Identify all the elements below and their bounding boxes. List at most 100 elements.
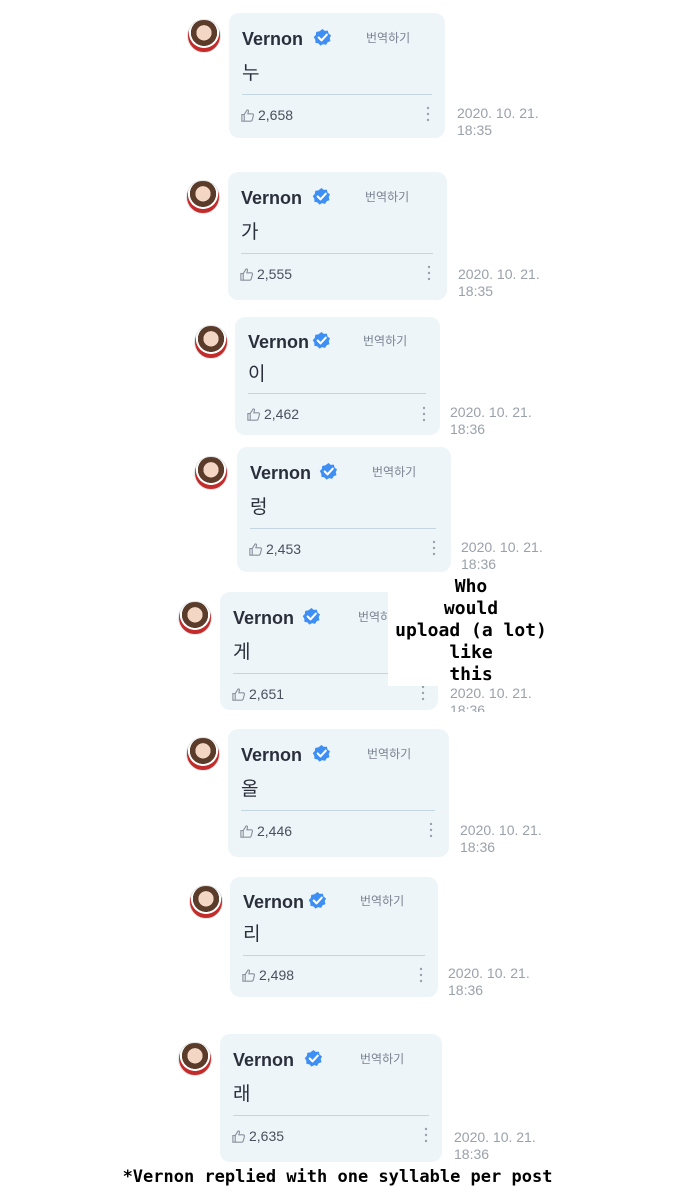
author-name[interactable]: Vernon: [233, 1050, 294, 1071]
post-text: 래: [233, 1084, 251, 1105]
author-name[interactable]: Vernon: [242, 29, 303, 50]
timestamp-date: 2020. 10. 21.: [457, 105, 539, 121]
more-vertical-icon[interactable]: [420, 684, 426, 702]
like-button[interactable]: 2,462: [246, 406, 299, 422]
divider: [250, 528, 436, 529]
post-text: 렁: [250, 497, 268, 518]
like-button[interactable]: 2,446: [239, 823, 292, 839]
divider: [243, 955, 425, 956]
more-vertical-icon[interactable]: [425, 105, 431, 123]
more-vertical-icon[interactable]: [431, 539, 437, 557]
like-count: 2,651: [249, 686, 285, 702]
translate-link[interactable]: 번역하기: [360, 1050, 404, 1067]
translate-link[interactable]: 번역하기: [360, 892, 404, 909]
verified-badge-icon: [312, 331, 331, 349]
like-count: 2,462: [264, 406, 300, 422]
divider: [241, 810, 435, 811]
post-card: Vernon 번역하기 이 2,462: [235, 317, 440, 435]
author-name[interactable]: Vernon: [233, 608, 294, 629]
thumbs-up-icon: [242, 968, 256, 982]
post-text: 누: [242, 63, 260, 84]
more-vertical-icon[interactable]: [418, 966, 424, 984]
timestamp-time: 18:35: [457, 122, 493, 138]
timestamp: 2020. 10. 21. 18:36: [450, 685, 532, 712]
more-vertical-icon[interactable]: [426, 264, 432, 282]
timestamp-time: 18:36: [454, 1146, 490, 1162]
avatar[interactable]: [178, 601, 212, 635]
verified-badge-icon: [312, 744, 331, 762]
divider: [248, 393, 426, 394]
timestamp: 2020. 10. 21. 18:36: [461, 539, 543, 573]
timestamp-date: 2020. 10. 21.: [450, 404, 532, 420]
timestamp-date: 2020. 10. 21.: [458, 266, 540, 282]
divider: [242, 94, 432, 95]
avatar[interactable]: [194, 325, 228, 359]
avatar[interactable]: [194, 456, 228, 490]
divider: [241, 253, 433, 254]
thumbs-up-icon: [249, 542, 263, 556]
divider: [233, 1115, 429, 1116]
post-text: 올: [241, 779, 259, 800]
avatar[interactable]: [178, 1042, 212, 1076]
post-text: 이: [248, 364, 266, 385]
thumbs-up-icon: [241, 108, 255, 122]
verified-badge-icon: [312, 187, 331, 205]
like-count: 2,635: [249, 1128, 285, 1144]
translate-link[interactable]: 번역하기: [366, 29, 410, 46]
like-button[interactable]: 2,651: [231, 686, 284, 702]
more-vertical-icon[interactable]: [423, 1126, 429, 1144]
translate-link[interactable]: 번역하기: [365, 188, 409, 205]
avatar[interactable]: [187, 19, 221, 53]
timestamp: 2020. 10. 21. 18:36: [448, 965, 530, 999]
overlay-note: Who would upload (a lot) like this: [388, 576, 554, 686]
like-button[interactable]: 2,635: [231, 1128, 284, 1144]
like-button[interactable]: 2,555: [239, 266, 292, 282]
timestamp-time: 18:36: [448, 982, 484, 998]
avatar[interactable]: [186, 737, 220, 771]
overlay-line: upload (a lot): [395, 620, 547, 641]
timestamp: 2020. 10. 21. 18:35: [457, 105, 539, 139]
verified-badge-icon: [313, 28, 332, 46]
timestamp-time: 18:36: [450, 421, 486, 437]
translate-link[interactable]: 번역하기: [363, 332, 407, 349]
timestamp-date: 2020. 10. 21.: [450, 685, 532, 701]
thumbs-up-icon: [240, 267, 254, 281]
like-button[interactable]: 2,453: [248, 541, 301, 557]
timestamp-time: 18:36: [461, 556, 497, 572]
translate-link[interactable]: 번역하기: [372, 463, 416, 480]
overlay-line: this: [449, 664, 493, 685]
translate-link[interactable]: 번역하기: [367, 745, 411, 762]
post-text: 게: [233, 642, 251, 663]
timestamp-time: 18:35: [458, 283, 494, 299]
avatar[interactable]: [186, 180, 220, 214]
avatar[interactable]: [189, 885, 223, 919]
timestamp: 2020. 10. 21. 18:36: [460, 822, 542, 856]
like-count: 2,453: [266, 541, 302, 557]
author-name[interactable]: Vernon: [250, 463, 311, 484]
timestamp-date: 2020. 10. 21.: [460, 822, 542, 838]
thumbs-up-icon: [232, 1129, 246, 1143]
like-count: 2,498: [259, 967, 295, 983]
timestamp-date: 2020. 10. 21.: [461, 539, 543, 555]
overlay-line: Who: [454, 576, 488, 597]
post-card: Vernon 번역하기 렁 2,453: [237, 447, 451, 572]
post-card: Vernon 번역하기 가 2,555: [228, 172, 447, 300]
timestamp-date: 2020. 10. 21.: [454, 1129, 536, 1145]
author-name[interactable]: Vernon: [243, 892, 304, 913]
timestamp-time: 18:36: [460, 839, 496, 855]
author-name[interactable]: Vernon: [248, 332, 309, 353]
author-name[interactable]: Vernon: [241, 188, 302, 209]
caption: *Vernon replied with one syllable per po…: [122, 1167, 553, 1187]
overlay-line: would: [443, 598, 499, 619]
thumbs-up-icon: [240, 824, 254, 838]
verified-badge-icon: [319, 462, 338, 480]
timestamp: 2020. 10. 21. 18:36: [450, 404, 532, 438]
post-card: Vernon 번역하기 올 2,446: [228, 729, 449, 857]
more-vertical-icon[interactable]: [428, 821, 434, 839]
post-text: 리: [243, 924, 261, 945]
like-button[interactable]: 2,498: [241, 967, 294, 983]
like-button[interactable]: 2,658: [240, 107, 293, 123]
post-card: Vernon 번역하기 래 2,635: [220, 1034, 442, 1162]
author-name[interactable]: Vernon: [241, 745, 302, 766]
more-vertical-icon[interactable]: [421, 405, 427, 423]
